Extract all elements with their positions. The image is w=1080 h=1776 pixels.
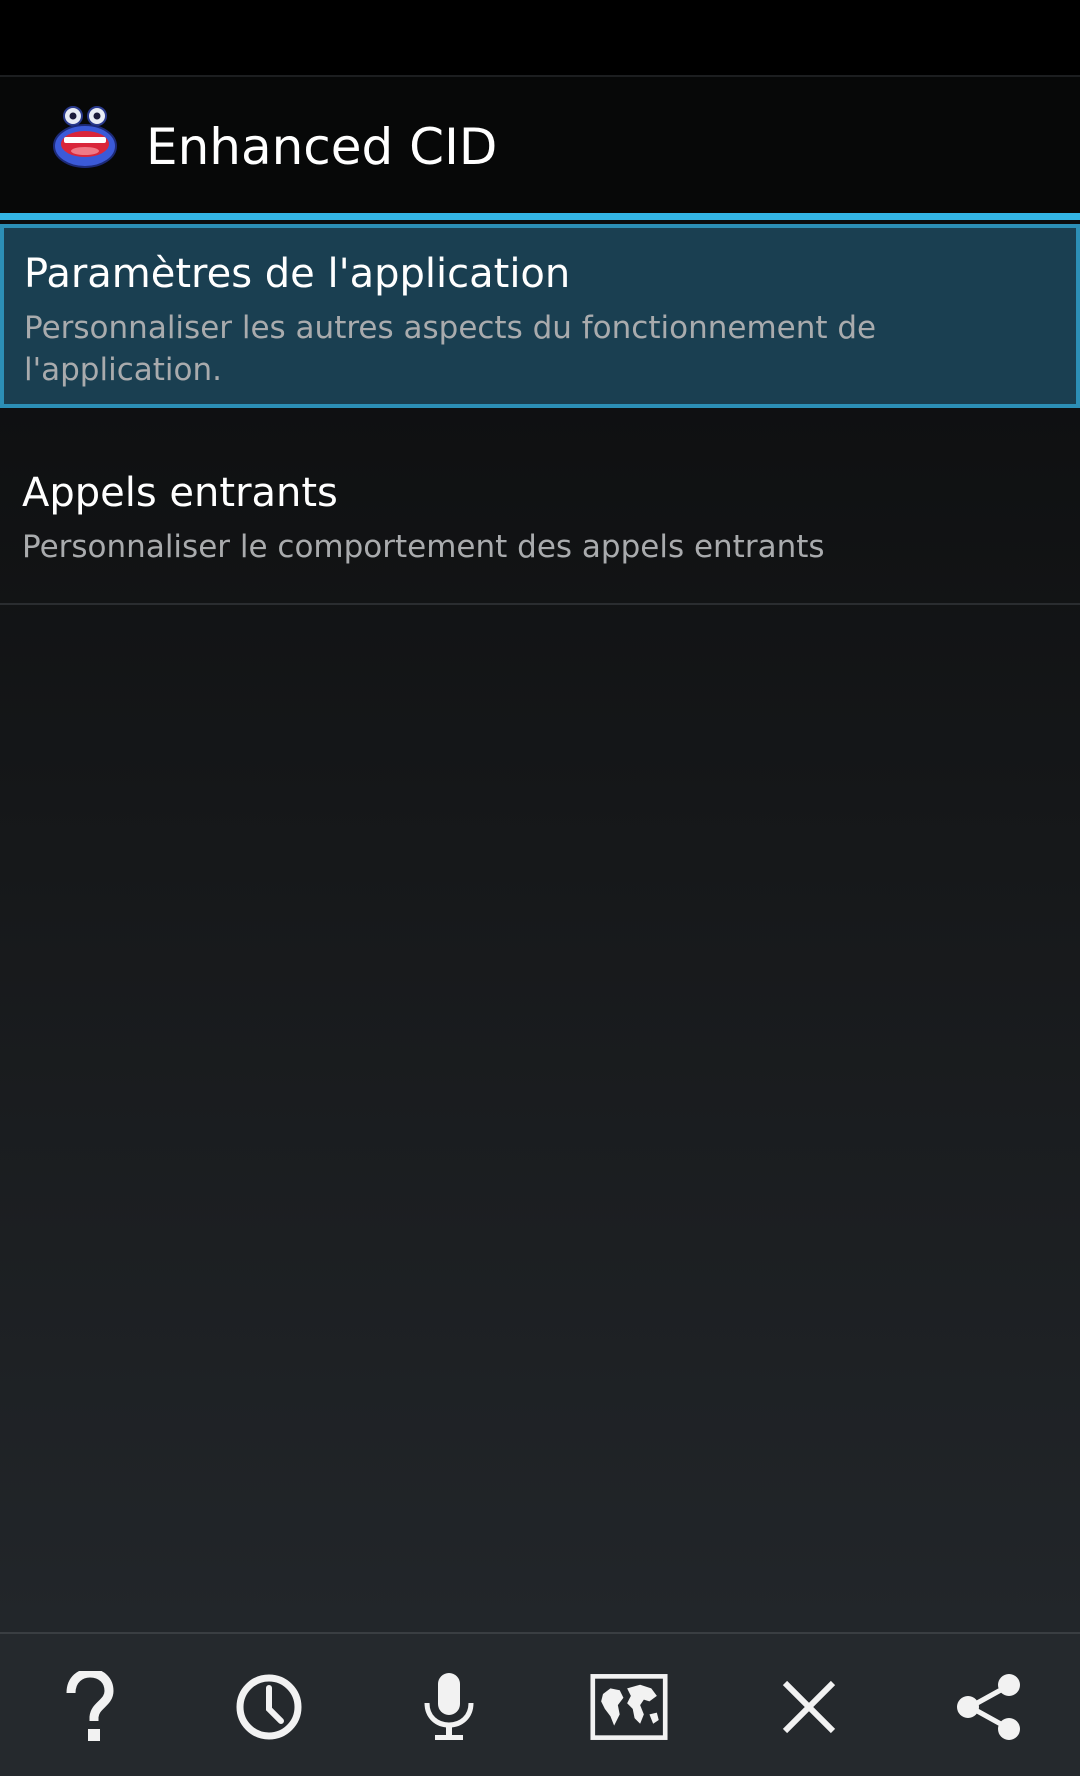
share-icon <box>957 1674 1020 1740</box>
pref-title: Appels entrants <box>22 470 338 516</box>
world-map-icon <box>590 1674 668 1740</box>
voice-button[interactable] <box>410 1668 488 1746</box>
app-mascot-icon[interactable] <box>50 104 120 174</box>
close-icon <box>782 1680 836 1734</box>
help-icon <box>66 1671 114 1741</box>
preference-list: Paramètres de l'application Personnalise… <box>0 220 1080 1632</box>
map-button[interactable] <box>590 1668 668 1746</box>
pref-item-incoming-calls[interactable]: Appels entrants Personnaliser le comport… <box>0 412 1080 605</box>
history-button[interactable] <box>230 1668 308 1746</box>
status-bar <box>0 0 1080 77</box>
close-button[interactable] <box>770 1668 848 1746</box>
pref-summary: Personnaliser le comportement des appels… <box>22 529 825 565</box>
app-title: Enhanced CID <box>146 118 498 176</box>
help-button[interactable] <box>50 1668 128 1746</box>
pref-item-app-settings[interactable]: Paramètres de l'application Personnalise… <box>0 224 1080 408</box>
clock-icon <box>236 1674 302 1740</box>
pref-title: Paramètres de l'application <box>24 251 571 297</box>
microphone-icon <box>424 1673 474 1740</box>
action-bar: Enhanced CID <box>0 77 1080 220</box>
share-button[interactable] <box>950 1668 1028 1746</box>
pref-summary: Personnaliser les autres aspects du fonc… <box>24 310 877 388</box>
bottom-action-bar <box>0 1632 1080 1776</box>
